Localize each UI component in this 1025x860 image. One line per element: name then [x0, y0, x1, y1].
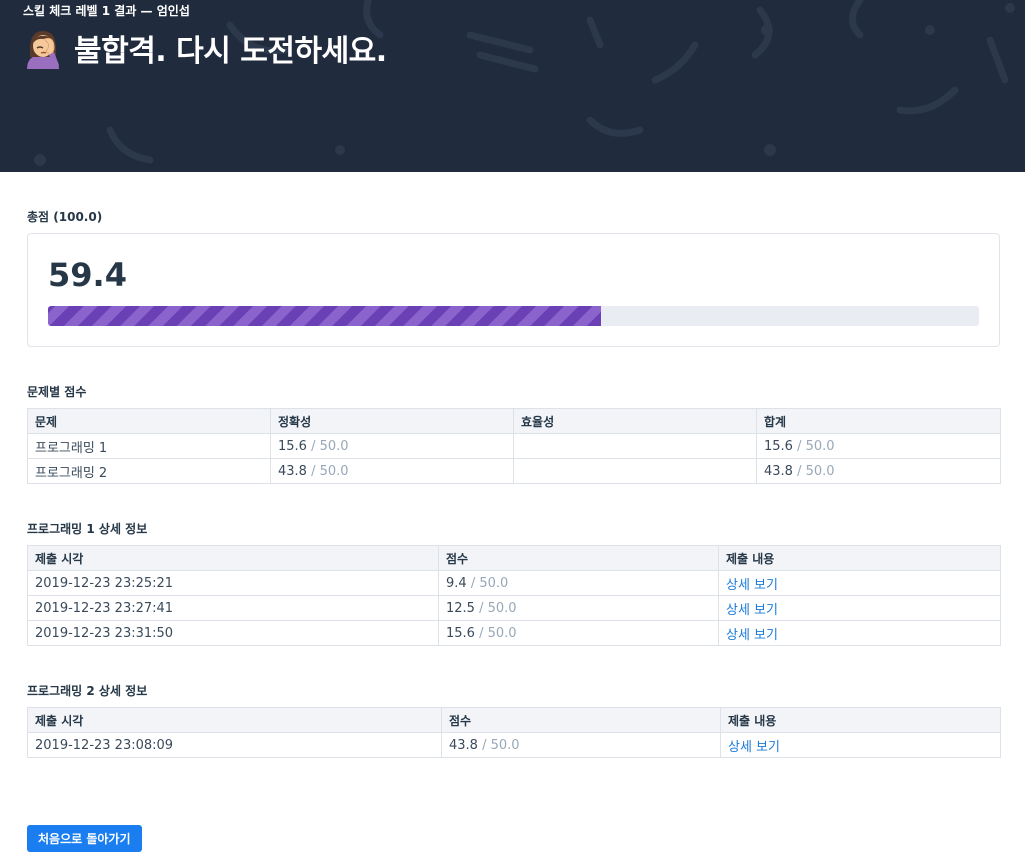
total-cell: 43.8 / 50.0	[756, 458, 1001, 484]
problem-scores-title: 문제별 점수	[27, 385, 87, 399]
view-detail-link[interactable]: 상세 보기	[726, 628, 778, 643]
programming-1-detail-table: 제출 시각 점수 제출 내용 2019-12-23 23:25:21 9.4 /…	[27, 545, 1001, 646]
back-to-start-button[interactable]: 처음으로 돌아가기	[27, 825, 142, 852]
problem-name: 프로그래밍 1	[27, 433, 271, 459]
view-detail-link[interactable]: 상세 보기	[726, 603, 778, 618]
submission-score: 43.8	[449, 737, 478, 753]
column-header-time: 제출 시각	[27, 707, 442, 733]
submission-score: 9.4	[446, 575, 467, 591]
submission-score-cell: 12.5 / 50.0	[438, 595, 719, 621]
score-progress-bar	[48, 306, 979, 326]
column-header-time: 제출 시각	[27, 545, 439, 571]
submission-time: 2019-12-23 23:31:50	[27, 620, 439, 646]
column-header-accuracy: 정확성	[270, 408, 514, 434]
table-header-row: 문제 정확성 효율성 합계	[27, 408, 1001, 434]
total-score-value: 59.4	[48, 256, 127, 294]
accuracy-max: / 50.0	[306, 463, 349, 479]
submission-max: / 50.0	[477, 737, 520, 753]
submission-max: / 50.0	[474, 600, 517, 616]
submission-score: 12.5	[446, 600, 475, 616]
submission-score: 15.6	[446, 625, 475, 641]
total-max: / 50.0	[792, 463, 835, 479]
submission-content-cell: 상세 보기	[718, 620, 1001, 646]
accuracy-max: / 50.0	[306, 438, 349, 454]
submission-content-cell: 상세 보기	[718, 595, 1001, 621]
column-header-content: 제출 내용	[720, 707, 1001, 733]
accuracy-cell: 43.8 / 50.0	[270, 458, 514, 484]
column-header-total: 합계	[756, 408, 1001, 434]
problem-name: 프로그래밍 2	[27, 458, 271, 484]
header-subtitle: 스킬 체크 레벨 1 결과 — 엄인섭	[23, 4, 190, 18]
table-header-row: 제출 시각 점수 제출 내용	[27, 545, 1001, 571]
efficiency-cell	[513, 458, 757, 484]
submission-content-cell: 상세 보기	[720, 732, 1001, 758]
total-max: / 50.0	[792, 438, 835, 454]
total-score-card: 59.4	[27, 233, 1000, 347]
table-row: 2019-12-23 23:27:41 12.5 / 50.0 상세 보기	[27, 595, 1001, 621]
table-row: 프로그래밍 1 15.6 / 50.0 15.6 / 50.0	[27, 433, 1001, 459]
view-detail-link[interactable]: 상세 보기	[726, 578, 778, 593]
table-row: 2019-12-23 23:08:09 43.8 / 50.0 상세 보기	[27, 732, 1001, 758]
table-row: 프로그래밍 2 43.8 / 50.0 43.8 / 50.0	[27, 458, 1001, 484]
result-title: 불합격. 다시 도전하세요.	[74, 34, 387, 69]
column-header-content: 제출 내용	[718, 545, 1001, 571]
table-header-row: 제출 시각 점수 제출 내용	[27, 707, 1001, 733]
accuracy-cell: 15.6 / 50.0	[270, 433, 514, 459]
total-score: 43.8	[764, 463, 793, 479]
total-score: 15.6	[764, 438, 793, 454]
programming-1-detail-title: 프로그래밍 1 상세 정보	[27, 522, 148, 536]
programming-2-detail-title: 프로그래밍 2 상세 정보	[27, 684, 148, 698]
face-palm-emoji	[27, 31, 59, 69]
efficiency-cell	[513, 433, 757, 459]
submission-time: 2019-12-23 23:27:41	[27, 595, 439, 621]
column-header-problem: 문제	[27, 408, 271, 434]
accuracy-score: 15.6	[278, 438, 307, 454]
submission-score-cell: 43.8 / 50.0	[441, 732, 721, 758]
submission-content-cell: 상세 보기	[718, 570, 1001, 596]
column-header-efficiency: 효율성	[513, 408, 757, 434]
submission-max: / 50.0	[474, 625, 517, 641]
submission-max: / 50.0	[466, 575, 509, 591]
programming-2-detail-table: 제출 시각 점수 제출 내용 2019-12-23 23:08:09 43.8 …	[27, 707, 1001, 758]
submission-time: 2019-12-23 23:25:21	[27, 570, 439, 596]
header-title: 불합격. 다시 도전하세요.	[22, 26, 387, 70]
accuracy-score: 43.8	[278, 463, 307, 479]
column-header-score: 점수	[438, 545, 719, 571]
result-header: 스킬 체크 레벨 1 결과 — 엄인섭 불합격. 다시 도전하세요.	[0, 0, 1025, 172]
column-header-score: 점수	[441, 707, 721, 733]
problem-scores-table: 문제 정확성 효율성 합계 프로그래밍 1 15.6 / 50.0 15.6 /…	[27, 408, 1001, 484]
view-detail-link[interactable]: 상세 보기	[728, 740, 780, 755]
total-score-label: 총점 (100.0)	[27, 210, 103, 224]
submission-score-cell: 9.4 / 50.0	[438, 570, 719, 596]
table-row: 2019-12-23 23:25:21 9.4 / 50.0 상세 보기	[27, 570, 1001, 596]
table-row: 2019-12-23 23:31:50 15.6 / 50.0 상세 보기	[27, 620, 1001, 646]
submission-time: 2019-12-23 23:08:09	[27, 732, 442, 758]
score-progress-fill	[48, 306, 601, 326]
submission-score-cell: 15.6 / 50.0	[438, 620, 719, 646]
total-cell: 15.6 / 50.0	[756, 433, 1001, 459]
